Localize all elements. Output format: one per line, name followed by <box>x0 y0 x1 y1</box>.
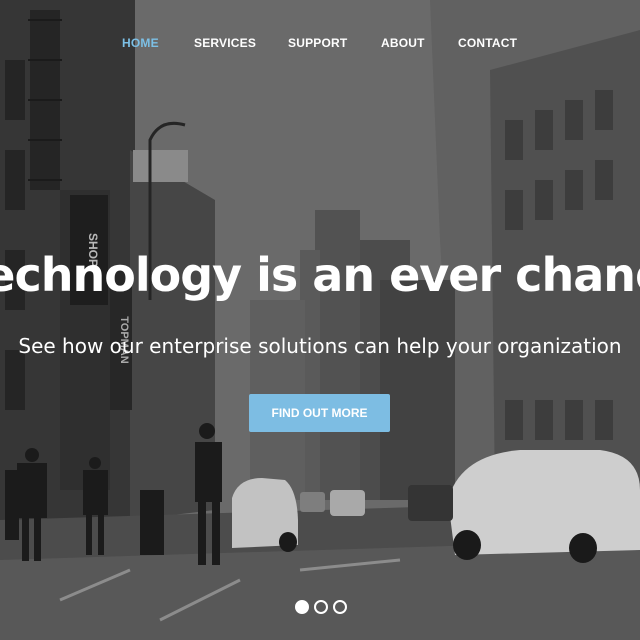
nav-item-services[interactable]: SERVICES <box>194 36 256 50</box>
carousel-dot-2[interactable] <box>314 600 328 614</box>
nav-item-about[interactable]: ABOUT <box>381 36 425 50</box>
carousel-dot-1[interactable] <box>295 600 309 614</box>
hero-headline: Technology is an ever changing market <box>0 248 640 302</box>
carousel-dot-3[interactable] <box>333 600 347 614</box>
hero-section: SHOP TOPMAN HOME SERVICES SUPPORT ABOUT … <box>0 0 640 640</box>
hero-subheadline: See how our enterprise solutions can hel… <box>18 334 622 358</box>
nav-item-support[interactable]: SUPPORT <box>288 36 347 50</box>
find-out-more-button[interactable]: FIND OUT MORE <box>249 394 390 432</box>
main-nav: HOME SERVICES SUPPORT ABOUT CONTACT <box>0 36 640 52</box>
nav-item-home[interactable]: HOME <box>122 36 159 50</box>
carousel-indicators <box>295 600 349 614</box>
nav-item-contact[interactable]: CONTACT <box>458 36 517 50</box>
background-overlay <box>0 0 640 640</box>
